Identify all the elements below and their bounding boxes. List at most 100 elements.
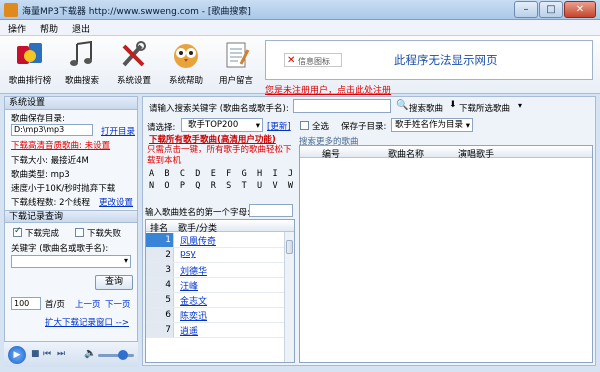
error-icon: ✕ [287, 55, 296, 66]
singer-scroll-thumb[interactable] [286, 240, 293, 254]
volume-slider[interactable] [98, 354, 134, 357]
singer-link[interactable]: 汪峰 [180, 279, 198, 292]
failed-label: 下载失败 [87, 229, 122, 239]
search-prompt: 请输入搜索关键字 (歌曲名或歌手名): [149, 104, 289, 114]
system-settings-button[interactable]: 系统设置 [108, 38, 160, 90]
table-row[interactable]: 4 汪峰 [146, 278, 284, 293]
singer-link[interactable]: 陈奕迅 [180, 309, 207, 322]
expand-record-link[interactable]: 扩大下载记录窗口 --> [45, 316, 129, 328]
save-dir-label: 歌曲保存目录: [11, 114, 65, 124]
singer-table-header: 排名 歌手/分类 [146, 220, 294, 234]
prev-page-link[interactable]: 上一页 [75, 298, 101, 310]
singer-table: 排名 歌手/分类 1 凤凰传奇 2 psy 3 刘德华 4 汪峰 5 金志文 6 陈奕迅 7 逍遥 [145, 219, 295, 363]
speed-rule: 速度小于10K/秒时抛弃下载 [11, 184, 116, 194]
keyword-combobox[interactable]: ▾ [11, 255, 131, 268]
failed-checkbox[interactable] [75, 228, 84, 237]
menu-exit[interactable]: 退出 [72, 22, 90, 35]
error-image-box: ✕ 信息图标 [284, 53, 342, 67]
app-icon [4, 3, 18, 17]
next-page-link[interactable]: 下一页 [105, 298, 131, 310]
title-bar: 海量MP3下载器 http://www.swweng.com - [歌曲搜索] … [0, 0, 600, 20]
window-title: 海量MP3下载器 http://www.swweng.com - [歌曲搜索] [22, 7, 251, 17]
menu-operate[interactable]: 操作 [8, 22, 26, 35]
minimize-button[interactable]: – [514, 1, 538, 18]
keyword-label: 关键字 (歌曲名或歌手名): [11, 244, 109, 254]
stop-icon[interactable]: ■ [31, 349, 40, 359]
open-dir-link[interactable]: 打开目录 [101, 125, 135, 137]
singer-link[interactable]: 凤凰传奇 [180, 234, 216, 247]
row-rank: 3 [146, 263, 174, 277]
row-rank: 1 [146, 233, 174, 247]
notepad-icon [226, 42, 250, 68]
system-help-button[interactable]: 系统帮助 [160, 38, 212, 90]
song-name-column-header[interactable]: 歌曲名称 [388, 147, 424, 160]
system-settings-header: 系统设置 [5, 97, 137, 110]
search-input[interactable] [293, 99, 391, 113]
song-search-button[interactable]: 歌曲搜索 [56, 38, 108, 90]
menu-help[interactable]: 帮助 [40, 22, 58, 35]
table-row[interactable]: 7 逍遥 [146, 323, 284, 338]
song-type: 歌曲类型: mp3 [11, 170, 70, 180]
user-message-label: 用户留言 [218, 76, 253, 86]
singer-scrollbar[interactable] [284, 232, 294, 362]
main-panel: 请输入搜索关键字 (歌曲名或歌手名): 🔍 搜索歌曲 ⬇ 下载所选歌曲 ▾ 请选… [142, 96, 596, 366]
singer-name-column-header[interactable]: 演唱歌手 [458, 147, 494, 160]
category-select[interactable]: 歌手TOP200 ▾ [181, 118, 263, 132]
register-link[interactable]: 您是未注册用户，点击此处注册 [265, 83, 391, 96]
save-to-select[interactable]: 歌手姓名作为目录 ▾ [391, 118, 473, 132]
hq-download-link[interactable]: 下载所有歌手歌曲(高清用户功能) [149, 133, 276, 145]
save-to-label: 保存子目录: [341, 122, 387, 132]
hq-note: 只需点击一键，所有歌手的歌曲轻松下载到本机 [147, 145, 292, 166]
completed-checkbox[interactable] [13, 226, 22, 237]
next-icon[interactable]: ⏭ [57, 349, 65, 359]
ranking-label: 歌曲排行榜 [8, 76, 52, 86]
close-button[interactable]: ✕ [564, 1, 596, 18]
ad-webview: ✕ 信息图标 此程序无法显示网页 [265, 40, 593, 80]
select-all-label: 全选 [312, 122, 330, 132]
chevron-down-icon: ▾ [123, 256, 128, 265]
singer-link[interactable]: psy [180, 249, 196, 259]
first-letter-input[interactable] [249, 204, 293, 217]
singer-link[interactable]: 金志文 [180, 294, 207, 307]
query-button[interactable]: 查询 [95, 275, 133, 290]
singer-link[interactable]: 逍遥 [180, 324, 198, 337]
system-settings-label: 系统设置 [116, 76, 151, 86]
number-column-header[interactable]: 编号 [322, 147, 340, 160]
select-all-checkbox[interactable] [300, 121, 309, 130]
ad-message: 此程序无法显示网页 [394, 53, 498, 67]
left-panel: 系统设置 歌曲保存目录: D:\mp3\mp3 打开目录 下载高清音质歌曲: 未… [4, 96, 138, 362]
first-letter-label: 输入歌曲姓名的第一个字母: [145, 208, 250, 218]
per-page-label: 首/页 [45, 300, 65, 310]
table-row[interactable]: 5 金志文 [146, 293, 284, 308]
search-button[interactable]: 搜索歌曲 [409, 102, 443, 114]
table-row[interactable]: 1 凤凰传奇 [146, 233, 284, 248]
volume-thumb[interactable] [118, 350, 128, 360]
row-rank: 6 [146, 308, 174, 322]
media-player: ▶ ■ ⏮ ⏭ 🔈 [4, 341, 138, 367]
select-label: 请选择: [147, 123, 176, 133]
table-row[interactable]: 2 psy [146, 248, 284, 263]
user-message-button[interactable]: 用户留言 [210, 38, 262, 90]
owl-help-icon [174, 44, 198, 68]
singer-link[interactable]: 刘德华 [180, 264, 207, 277]
thread-count: 下载线程数: 2个线程 [11, 198, 90, 208]
update-link[interactable]: [更新] [267, 120, 291, 132]
row-rank: 5 [146, 293, 174, 307]
hq-warning-link[interactable]: 下载高清音质歌曲: 未设置 [11, 139, 110, 151]
play-icon[interactable]: ▶ [8, 346, 26, 364]
download-selected-button[interactable]: 下载所选歌曲 [459, 102, 510, 114]
ranking-button[interactable]: 歌曲排行榜 [4, 38, 56, 90]
table-row[interactable]: 3 刘德华 [146, 263, 284, 278]
maximize-button[interactable]: □ [539, 1, 563, 18]
change-settings-link[interactable]: 更改设置 [99, 196, 133, 208]
save-to-select-value: 歌手姓名作为目录 [395, 120, 464, 130]
results-table: 编号 歌曲名称 演唱歌手 [299, 145, 593, 363]
page-size-stepper[interactable]: 100 [11, 297, 41, 310]
save-dir-field[interactable]: D:\mp3\mp3 [11, 124, 93, 136]
search-icon: 🔍 [396, 100, 409, 111]
previous-icon[interactable]: ⏮ [43, 349, 51, 359]
completed-label: 下载完成 [25, 229, 60, 239]
song-search-label: 歌曲搜索 [64, 76, 99, 86]
table-row[interactable]: 6 陈奕迅 [146, 308, 284, 323]
volume-icon[interactable]: 🔈 [84, 348, 96, 359]
